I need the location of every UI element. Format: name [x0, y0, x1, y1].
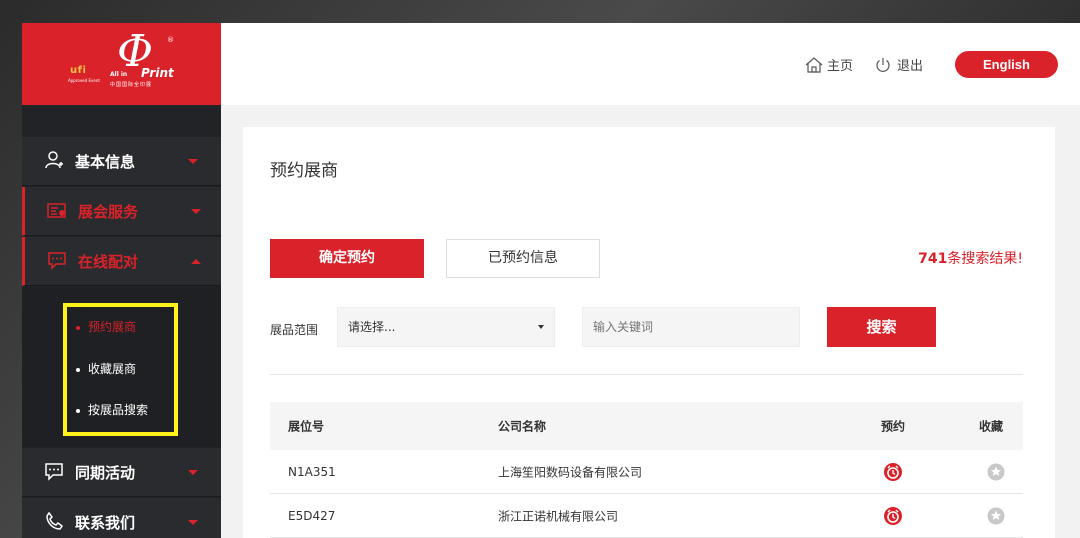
result-count-number: 741 — [918, 251, 948, 267]
logo-ufi-text: ufi — [70, 65, 87, 76]
chevron-up-icon — [191, 259, 201, 264]
chevron-down-icon — [188, 159, 198, 164]
table-row: E5D427 浙江正诺机械有限公司 — [270, 494, 1023, 538]
logout-link-label: 退出 — [897, 59, 924, 74]
star-icon[interactable] — [987, 463, 1005, 481]
confirm-booking-button[interactable]: 确定预约 — [270, 239, 424, 278]
keyword-input[interactable] — [582, 307, 800, 347]
logo-ufi-subtext: Approved Event — [68, 78, 100, 83]
page-title: 预约展商 — [270, 161, 338, 181]
result-count: 741条搜索结果! — [918, 248, 1023, 268]
phone-icon — [46, 511, 64, 530]
sidebar-item-expo-service[interactable]: 展会服务 — [22, 187, 221, 236]
company-name: 浙江正诺机械有限公司 — [498, 509, 619, 523]
chevron-down-icon — [191, 209, 201, 214]
chat-dots-icon — [48, 252, 66, 270]
result-count-suffix: 条搜索结果! — [947, 251, 1023, 267]
table-header: 展位号 公司名称 预约 收藏 — [270, 402, 1023, 450]
chat-dots-icon — [45, 463, 63, 481]
logout-link[interactable]: 退出 — [875, 55, 923, 74]
power-icon — [876, 58, 890, 72]
header-booth: 展位号 — [288, 419, 325, 434]
chevron-down-icon — [188, 470, 198, 475]
product-range-label: 展品范围 — [270, 323, 319, 337]
header-favorite: 收藏 — [979, 419, 1004, 434]
sidebar-item-contact-us[interactable]: 联系我们 — [22, 498, 221, 538]
booth-number: N1A351 — [288, 464, 336, 479]
header-book: 预约 — [881, 419, 906, 434]
sidebar-item-concurrent-events[interactable]: 同期活动 — [22, 448, 221, 497]
product-range-select-value: 请选择... — [348, 320, 396, 334]
top-bar: 主页 退出 English — [221, 23, 1080, 105]
logo-allin-text: All in — [110, 71, 128, 78]
search-button[interactable]: 搜索 — [827, 307, 936, 347]
alarm-clock-icon[interactable] — [883, 506, 903, 526]
table-row: N1A351 上海笙阳数码设备有限公司 — [270, 450, 1023, 494]
sidebar-item-basic-info[interactable]: 基本信息 — [22, 137, 221, 186]
sidebar-item-label: 在线配对 — [78, 253, 139, 271]
home-icon — [805, 57, 823, 73]
logo[interactable]: ufi Approved Event Φ ® All in Print 中国国际… — [22, 23, 221, 105]
booked-info-button[interactable]: 已预约信息 — [446, 239, 600, 278]
sidebar-item-label: 基本信息 — [75, 153, 136, 171]
caret-down-icon — [538, 325, 544, 329]
content-card: 预约展商 确定预约 已预约信息 741条搜索结果! 展品范围 请选择... 搜索… — [243, 127, 1055, 538]
header-company: 公司名称 — [498, 419, 547, 434]
home-link[interactable]: 主页 — [805, 55, 853, 74]
service-card-icon — [47, 203, 66, 218]
sidebar-item-label: 展会服务 — [78, 203, 139, 221]
user-plus-icon — [45, 151, 63, 169]
product-range-select[interactable]: 请选择... — [337, 307, 555, 347]
star-icon[interactable] — [987, 507, 1005, 525]
alarm-clock-icon[interactable] — [883, 462, 903, 482]
sidebar-item-online-matching[interactable]: 在线配对 — [22, 237, 221, 286]
company-name: 上海笙阳数码设备有限公司 — [498, 465, 643, 479]
sidebar-item-label: 联系我们 — [75, 514, 136, 532]
sidebar-item-label: 同期活动 — [75, 464, 136, 482]
home-link-label: 主页 — [827, 59, 854, 74]
chevron-down-icon — [188, 520, 198, 525]
app-window: ufi Approved Event Φ ® All in Print 中国国际… — [22, 23, 1080, 538]
booth-number: E5D427 — [288, 508, 336, 523]
logo-registered-mark: ® — [167, 36, 174, 44]
divider — [270, 374, 1023, 375]
sidebar: ufi Approved Event Φ ® All in Print 中国国际… — [22, 23, 221, 538]
logo-print-text: Print — [141, 66, 174, 80]
english-language-button[interactable]: English — [955, 51, 1058, 78]
logo-chinese-text: 中国国际全印展 — [110, 82, 153, 88]
highlight-annotation-box — [63, 303, 178, 436]
exhibitor-table: 展位号 公司名称 预约 收藏 N1A351 上海笙阳数码设备有限公司 E5D42… — [270, 402, 1023, 538]
